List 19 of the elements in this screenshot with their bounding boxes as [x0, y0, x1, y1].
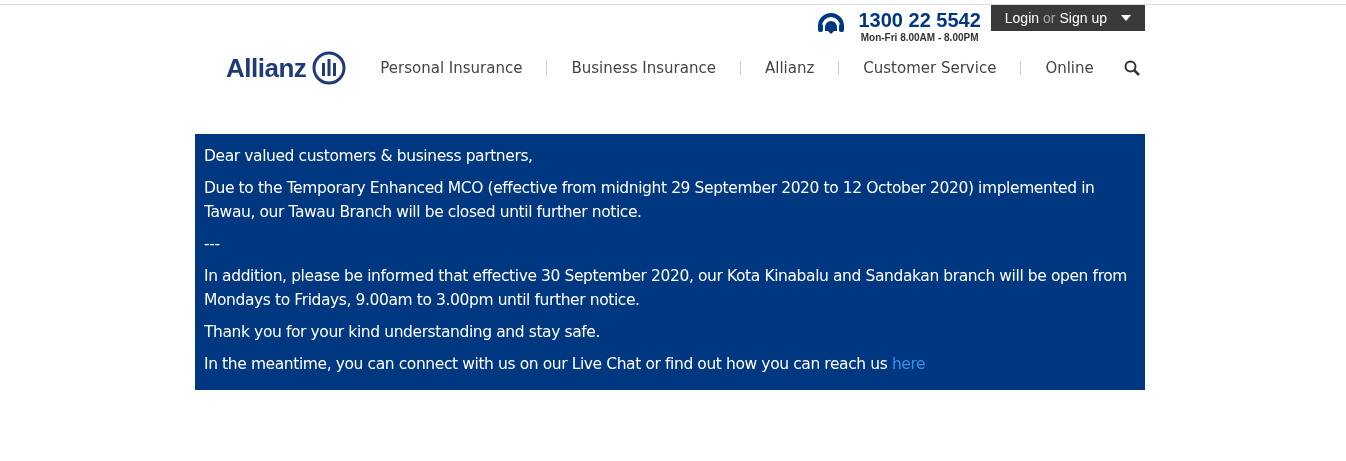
notice-paragraph: In addition, please be informed that effective 30 September 2020, our Kota Kinabalu and Sandakan branch will be open from Mondays to Fridays, 9.00am to 3.00pm until further notice. — [204, 266, 1129, 311]
nav-link[interactable]: Allianz — [764, 56, 815, 80]
hours-text: Mon-Fri 8.00AM - 8.00PM — [860, 32, 979, 44]
nav-link[interactable]: Customer Service — [863, 56, 997, 80]
caret-icon — [1121, 15, 1131, 21]
phone-number: 1300 22 5542 — [858, 8, 981, 32]
search-icon[interactable] — [1124, 60, 1140, 76]
headset-icon — [816, 11, 847, 37]
logo-icon — [312, 51, 347, 85]
logo-text[interactable]: Allianz — [226, 48, 307, 88]
notice-paragraph: In the meantime, you can connect with us on our Live Chat or find out how you can reach us here — [204, 354, 927, 375]
nav-link[interactable]: Online — [1045, 56, 1094, 80]
nav-link[interactable]: Business Insurance — [571, 56, 716, 80]
login-button[interactable]: Login or Sign up — [990, 5, 1145, 31]
nav-link[interactable]: Personal Insurance — [380, 56, 523, 80]
notice-paragraph: Dear valued customers & business partners, — [204, 146, 534, 167]
notice-paragraph: Thank you for your kind understanding and stay safe. — [204, 322, 601, 343]
notice-paragraph: --- — [204, 234, 221, 255]
notice-paragraph: Due to the Temporary Enhanced MCO (effective from midnight 29 September 2020 to 12 October 2020) implemented in Tawau, our Tawau Branch will be closed until further notice. — [204, 178, 1096, 223]
